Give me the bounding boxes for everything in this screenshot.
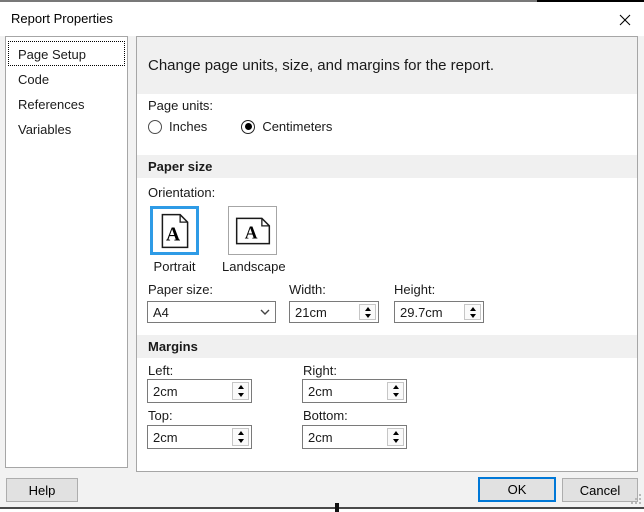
landscape-page-icon: A: [235, 217, 270, 244]
paper-size-dropdown[interactable]: A4: [147, 301, 276, 323]
radio-centimeters[interactable]: Centimeters: [241, 119, 332, 134]
panel-description: Change page units, size, and margins for…: [137, 37, 637, 94]
chevron-down-icon: [255, 309, 275, 315]
sidebar-item-variables[interactable]: Variables: [8, 116, 125, 141]
margin-bottom-value: 2cm: [308, 429, 333, 445]
sidebar-item-label: Variables: [18, 122, 72, 137]
sidebar-item-label: Page Setup: [18, 47, 86, 62]
page-setup-panel: Change page units, size, and margins for…: [136, 36, 638, 472]
spin-up-icon[interactable]: [233, 383, 248, 391]
margin-left-label: Left:: [148, 363, 174, 378]
margin-right-value: 2cm: [308, 383, 333, 399]
paper-size-section-header: Paper size: [137, 155, 637, 178]
portrait-label: Portrait: [153, 259, 196, 274]
portrait-page-icon: A: [161, 213, 188, 248]
help-button[interactable]: Help: [6, 478, 78, 502]
margin-top-spin-buttons: [232, 428, 249, 446]
orientation-label: Orientation:: [148, 185, 216, 200]
sidebar-item-label: Code: [18, 72, 50, 87]
margin-top-value: 2cm: [153, 429, 178, 445]
navigation-list: Page Setup Code References Variables: [5, 36, 128, 468]
margin-top-label: Top:: [148, 408, 173, 423]
margin-bottom-spin-buttons: [387, 428, 404, 446]
height-spinner[interactable]: 29.7cm: [394, 301, 484, 323]
margin-bottom-spinner[interactable]: 2cm: [302, 425, 407, 449]
resize-grip[interactable]: [630, 494, 641, 505]
splitter-handle[interactable]: [335, 503, 339, 512]
margin-right-spinner[interactable]: 2cm: [302, 379, 407, 403]
margins-section-header: Margins: [137, 335, 637, 358]
margin-left-spin-buttons: [232, 382, 249, 400]
margin-left-spinner[interactable]: 2cm: [147, 379, 252, 403]
landscape-label: Landscape: [222, 259, 286, 274]
radio-circle: [241, 119, 256, 134]
radio-inches[interactable]: Inches: [148, 119, 207, 134]
width-spin-buttons: [359, 304, 376, 320]
height-value: 29.7cm: [400, 304, 443, 320]
ok-button[interactable]: OK: [478, 477, 556, 502]
margin-right-label: Right:: [303, 363, 337, 378]
height-spin-buttons: [464, 304, 481, 320]
sidebar-item-page-setup[interactable]: Page Setup: [8, 41, 125, 66]
paper-size-value: A4: [153, 304, 169, 320]
width-spinner[interactable]: 21cm: [289, 301, 379, 323]
svg-text:A: A: [244, 222, 257, 242]
orientation-landscape-tile[interactable]: A: [228, 206, 277, 255]
spin-up-icon[interactable]: [360, 305, 375, 312]
spin-down-icon[interactable]: [233, 437, 248, 445]
paper-size-label: Paper size:: [148, 282, 214, 297]
margin-left-value: 2cm: [153, 383, 178, 399]
cancel-button[interactable]: Cancel: [562, 478, 638, 502]
spin-down-icon[interactable]: [388, 437, 403, 445]
spin-up-icon[interactable]: [388, 429, 403, 437]
radio-label: Centimeters: [262, 119, 333, 134]
title-bar: Report Properties: [0, 2, 644, 36]
sidebar-item-references[interactable]: References: [8, 91, 125, 116]
radio-label: Inches: [169, 119, 208, 134]
margin-bottom-label: Bottom:: [303, 408, 348, 423]
spin-down-icon[interactable]: [465, 312, 480, 319]
report-properties-dialog: Report Properties Page Setup Code Refere…: [0, 0, 644, 512]
orientation-portrait-tile[interactable]: A: [150, 206, 199, 255]
spin-down-icon[interactable]: [233, 391, 248, 399]
margin-right-spin-buttons: [387, 382, 404, 400]
svg-text:A: A: [166, 224, 180, 245]
width-label: Width:: [289, 282, 326, 297]
sidebar-item-label: References: [18, 97, 85, 112]
page-units-group: Inches Centimeters: [148, 119, 332, 134]
close-icon: [619, 14, 631, 26]
margin-top-spinner[interactable]: 2cm: [147, 425, 252, 449]
page-units-label: Page units:: [148, 98, 214, 113]
spin-down-icon[interactable]: [360, 312, 375, 319]
spin-up-icon[interactable]: [388, 383, 403, 391]
close-button[interactable]: [614, 10, 636, 30]
spin-down-icon[interactable]: [388, 391, 403, 399]
width-value: 21cm: [295, 304, 327, 320]
sidebar-item-code[interactable]: Code: [8, 66, 125, 91]
radio-circle: [148, 119, 162, 134]
height-label: Height:: [394, 282, 436, 297]
dialog-title: Report Properties: [11, 11, 113, 26]
spin-up-icon[interactable]: [233, 429, 248, 437]
spin-up-icon[interactable]: [465, 305, 480, 312]
